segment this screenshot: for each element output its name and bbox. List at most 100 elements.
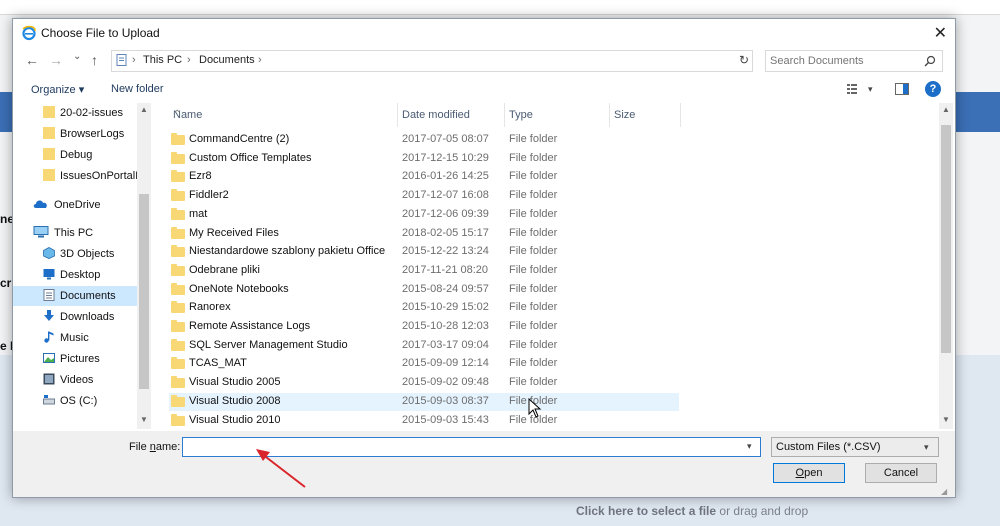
sidebar-item-3d-objects[interactable]: 3D Objects bbox=[13, 244, 137, 264]
breadcrumb-documents[interactable]: Documents bbox=[199, 54, 255, 66]
scroll-down-arrow-icon[interactable]: ▼ bbox=[140, 415, 148, 424]
file-name: CommandCentre (2) bbox=[189, 133, 290, 145]
file-name-input[interactable] bbox=[185, 439, 734, 455]
file-type: File folder bbox=[509, 245, 558, 258]
file-row[interactable]: Ezr8 2016-01-26 14:25 File folder bbox=[169, 168, 679, 186]
sidebar-item-onedrive[interactable]: OneDrive bbox=[13, 195, 137, 215]
sidebar-item-documents[interactable]: Documents bbox=[13, 286, 137, 306]
sidebar-item-os-c[interactable]: OS (C:) bbox=[13, 391, 137, 411]
column-header-type[interactable]: Type bbox=[505, 103, 610, 127]
sidebar-item-videos[interactable]: Videos bbox=[13, 370, 137, 390]
sidebar-item-music[interactable]: Music bbox=[13, 328, 137, 348]
sidebar-item-label: Debug bbox=[60, 149, 93, 161]
sidebar-item-desktop[interactable]: Desktop bbox=[13, 265, 137, 285]
scroll-up-arrow-icon[interactable]: ▲ bbox=[942, 105, 950, 114]
file-name: Fiddler2 bbox=[189, 189, 229, 202]
file-row[interactable]: TCAS_MAT 2015-09-09 12:14 File folder bbox=[169, 355, 679, 373]
sidebar-item-label: OneDrive bbox=[54, 199, 101, 211]
file-name: Niestandardowe szablony pakietu Office bbox=[189, 245, 386, 258]
file-row[interactable]: Fiddler2 2017-12-07 16:08 File folder bbox=[169, 187, 679, 205]
column-header-name[interactable]: Name ⌃ bbox=[169, 103, 398, 127]
address-bar[interactable]: › This PC › Documents › ▾ bbox=[111, 50, 820, 72]
breadcrumb-this-pc[interactable]: This PC bbox=[143, 54, 182, 66]
file-list-scroll-thumb[interactable] bbox=[941, 125, 951, 353]
navigation-pane: 20-02-issues BrowserLogs Debug IssuesOnP… bbox=[13, 103, 153, 429]
sort-ascending-caret-icon: ⌃ bbox=[173, 109, 182, 120]
sidebar-item-20-02-issues[interactable]: 20-02-issues bbox=[13, 103, 137, 123]
search-box[interactable] bbox=[765, 50, 943, 72]
file-name-combobox[interactable] bbox=[182, 437, 761, 457]
file-date: 2017-12-15 10:29 bbox=[402, 151, 489, 164]
file-name-dropdown-icon[interactable]: ▾ bbox=[747, 441, 752, 452]
file-type: File folder bbox=[509, 301, 558, 314]
recent-locations-chevron-icon[interactable]: ⌄ bbox=[73, 51, 81, 62]
search-input[interactable] bbox=[768, 53, 922, 69]
folder-icon bbox=[171, 263, 185, 276]
sidebar-scroll-thumb[interactable] bbox=[139, 194, 149, 389]
up-arrow-icon[interactable]: ↑ bbox=[91, 52, 98, 68]
cancel-button[interactable]: Cancel bbox=[865, 463, 937, 483]
drive-icon bbox=[43, 395, 55, 405]
file-name: Visual Studio 2008 bbox=[189, 394, 281, 407]
sidebar-item-label: BrowserLogs bbox=[60, 128, 125, 140]
folder-icon bbox=[171, 320, 185, 332]
open-button[interactable]: Open bbox=[773, 463, 845, 483]
back-arrow-icon[interactable]: ← bbox=[25, 52, 39, 68]
folder-icon bbox=[171, 301, 185, 314]
file-name: Custom Office Templates bbox=[189, 151, 312, 164]
file-date: 2015-10-29 15:02 bbox=[402, 301, 489, 314]
sidebar-item-pictures[interactable]: Pictures bbox=[13, 349, 137, 369]
file-row[interactable]: mat 2017-12-06 09:39 File folder bbox=[169, 206, 679, 224]
sidebar-item-downloads[interactable]: Downloads bbox=[13, 307, 137, 327]
folder-icon bbox=[171, 338, 185, 351]
mouse-cursor-icon bbox=[528, 398, 542, 418]
column-header-date[interactable]: Date modified bbox=[398, 103, 505, 127]
file-type: File folder bbox=[509, 170, 558, 183]
file-row[interactable]: SQL Server Management Studio 2017-03-17 0… bbox=[169, 337, 679, 355]
file-row[interactable]: Ranorex 2015-10-29 15:02 File folder bbox=[169, 299, 679, 317]
dialog-titlebar[interactable]: Choose File to Upload ✕ bbox=[13, 19, 955, 47]
file-row[interactable]: Visual Studio 2005 2015-09-02 09:48 File f… bbox=[169, 374, 679, 392]
organize-button[interactable]: Organize ▾ bbox=[31, 83, 84, 96]
sidebar-item-label: This PC bbox=[54, 227, 94, 239]
sidebar-item-issuesonportal[interactable]: IssuesOnPortalF bbox=[13, 166, 142, 186]
background-text-fragment: cr bbox=[0, 276, 12, 290]
preview-pane-icon[interactable] bbox=[895, 83, 909, 95]
background-page-header bbox=[0, 0, 1000, 15]
sidebar-item-debug[interactable]: Debug bbox=[13, 145, 137, 165]
resize-grip-icon[interactable]: ◢ bbox=[941, 487, 947, 496]
refresh-icon[interactable]: ↻ bbox=[739, 53, 749, 67]
file-type: File folder bbox=[509, 320, 558, 332]
search-icon[interactable] bbox=[924, 55, 936, 67]
navigation-bar: ← → ⌄ ↑ › This PC › Documents › ▾ ↻ bbox=[13, 47, 955, 75]
column-header-size[interactable]: Size bbox=[610, 103, 681, 127]
file-date: 2017-12-06 09:39 bbox=[402, 207, 489, 220]
file-row[interactable]: OneNote Notebooks 2015-08-24 09:57 File fo… bbox=[169, 281, 679, 299]
file-row[interactable]: CommandCentre (2) 2017-07-05 08:07 File fo… bbox=[169, 131, 679, 149]
file-name: TCAS_MAT bbox=[189, 357, 247, 370]
file-row[interactable]: Odebrane pliki 2017-11-21 08:20 File folde… bbox=[169, 262, 679, 280]
file-type: File folder bbox=[509, 226, 558, 239]
file-type-filter[interactable]: Custom Files (*.CSV) ▾ bbox=[771, 437, 939, 457]
file-row[interactable]: Custom Office Templates 2017-12-15 10:29 F… bbox=[169, 150, 679, 168]
help-icon[interactable]: ? bbox=[925, 81, 941, 97]
scroll-up-arrow-icon[interactable]: ▲ bbox=[140, 105, 148, 114]
close-icon[interactable]: ✕ bbox=[934, 23, 947, 43]
computer-icon bbox=[33, 226, 49, 238]
file-row-hovered[interactable]: Visual Studio 2008 2015-09-03 08:37 File f… bbox=[169, 392, 679, 411]
forward-arrow-icon[interactable]: → bbox=[49, 52, 63, 68]
file-row[interactable]: Niestandardowe szablony pakietu Office 20… bbox=[169, 243, 679, 261]
sidebar-item-this-pc[interactable]: This PC bbox=[13, 223, 137, 243]
scroll-down-arrow-icon[interactable]: ▼ bbox=[942, 415, 950, 424]
file-name: OneNote Notebooks bbox=[189, 282, 289, 295]
change-view-icon[interactable] bbox=[847, 83, 861, 95]
file-row[interactable]: Remote Assistance Logs 2015-10-28 12:03 Fi… bbox=[169, 318, 679, 336]
upload-drop-zone-text[interactable]: Click here to select a file or drag and … bbox=[576, 504, 808, 518]
file-row[interactable]: My Received Files 2018-02-05 15:17 File fo… bbox=[169, 225, 679, 243]
folder-icon bbox=[171, 151, 185, 164]
file-row[interactable]: Visual Studio 2010 2015-09-03 15:43 File f… bbox=[169, 412, 679, 430]
new-folder-button[interactable]: New folder bbox=[111, 83, 164, 95]
sidebar-item-label: Desktop bbox=[60, 269, 101, 281]
view-options-chevron-icon[interactable]: ▾ bbox=[868, 84, 873, 95]
sidebar-item-browserlogs[interactable]: BrowserLogs bbox=[13, 124, 137, 144]
